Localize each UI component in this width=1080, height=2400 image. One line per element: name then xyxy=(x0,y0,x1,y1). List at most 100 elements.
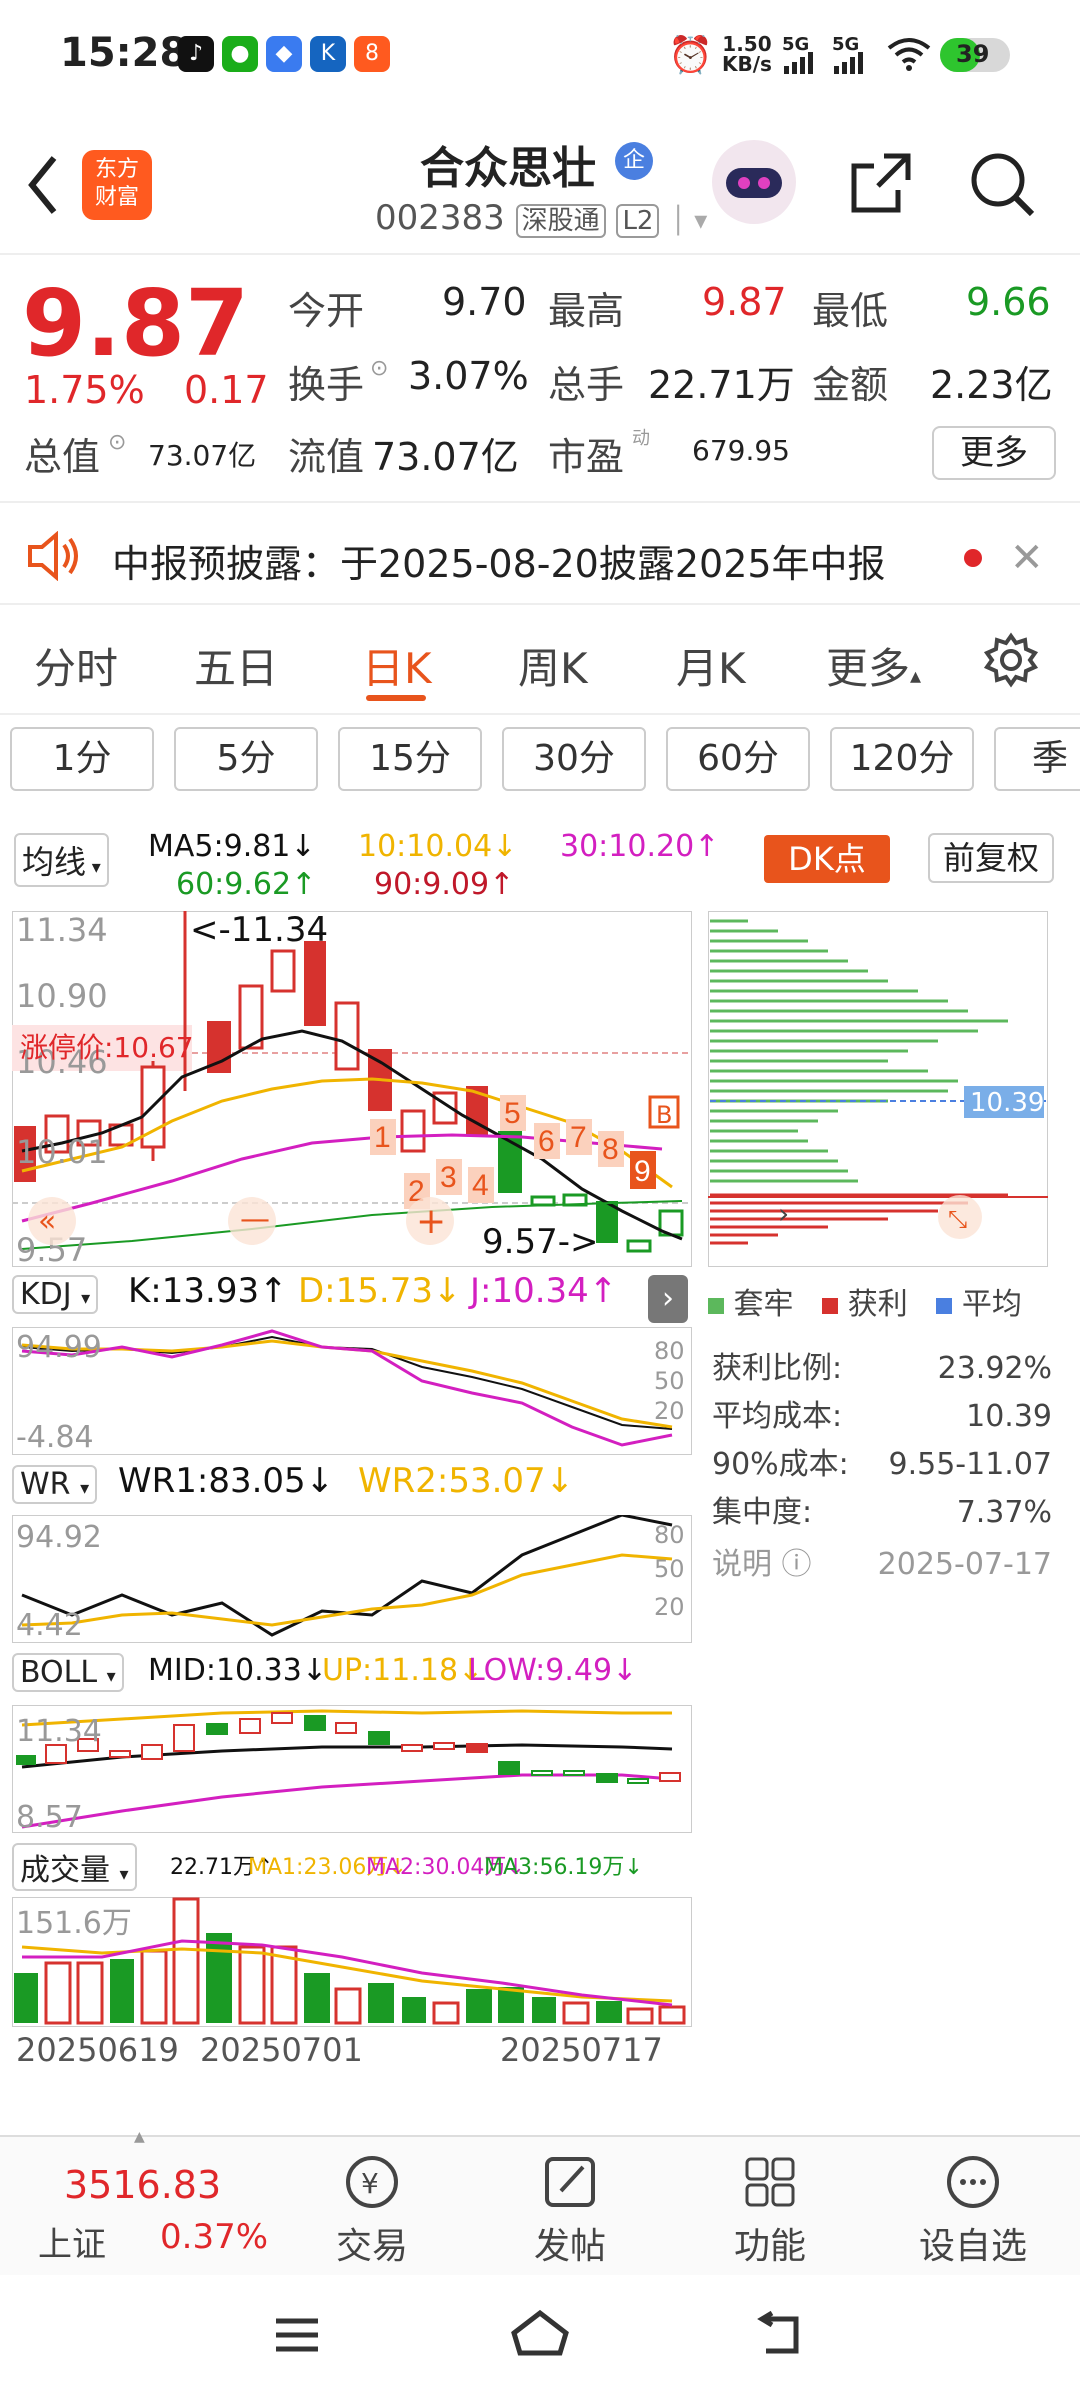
stock-name: 合众思壮 xyxy=(420,143,596,194)
add-watchlist-button[interactable]: 设自选 xyxy=(918,2151,1028,2269)
tab-intraday[interactable]: 分时 xyxy=(34,635,118,696)
tab-more[interactable]: 更多▴ xyxy=(826,635,921,696)
chip-row: 平均成本: 10.39 xyxy=(712,1399,1052,1434)
subtab-60min[interactable]: 60分 xyxy=(666,727,810,791)
pe-value: 679.95 xyxy=(692,434,790,467)
current-price: 9.87 xyxy=(22,270,249,377)
high-label: 最高 xyxy=(548,289,625,333)
notice-bar[interactable]: 中报预披露：于2025-08-20披露2025年中报 ✕ xyxy=(0,505,1080,605)
menu-icon[interactable] xyxy=(272,2313,322,2361)
system-nav-bar xyxy=(0,2275,1080,2400)
expand-indicator-icon[interactable]: › xyxy=(648,1275,688,1323)
date-label-end: 20250717 xyxy=(500,2031,663,2069)
boll-selector[interactable]: BOLL ▾ xyxy=(12,1653,124,1692)
back-button[interactable] xyxy=(22,150,62,224)
chip-legend: 套牢 获利 平均 xyxy=(708,1279,1022,1323)
stock-header: 东方 财富 合众思壮 企 002383 深股通 L2 │ ▾ xyxy=(0,110,1080,255)
svg-text:7: 7 xyxy=(570,1121,587,1154)
share-icon[interactable] xyxy=(848,150,914,220)
subtab-120min[interactable]: 120分 xyxy=(830,727,974,791)
volume-selector[interactable]: 成交量 ▾ xyxy=(12,1843,137,1891)
status-bar: 15:28 ♪ ● ◆ K 8 ⏰ 1.50 KB/s 5G 5G 39 xyxy=(0,0,1080,110)
svg-text:涨停价:10.67: 涨停价:10.67 xyxy=(20,1031,194,1064)
svg-text:<-11.34: <-11.34 xyxy=(190,911,328,950)
tab-five-day[interactable]: 五日 xyxy=(194,635,278,696)
tab-weekly-k[interactable]: 周K xyxy=(518,635,588,696)
amount-label: 金额 xyxy=(812,363,889,407)
settings-gear-icon[interactable] xyxy=(982,631,1040,693)
trade-button[interactable]: ¥ 交易 xyxy=(332,2151,412,2269)
info-icon[interactable]: ⊙ xyxy=(370,356,388,381)
ma-selector[interactable]: 均线 ▾ xyxy=(14,833,109,887)
close-icon[interactable]: ✕ xyxy=(1010,535,1044,581)
wr-chart[interactable]: 94.92 4.42 80 50 20 xyxy=(11,1513,693,1644)
wr1-value: WR1:83.05↓ xyxy=(118,1461,335,1501)
post-button[interactable]: 发帖 xyxy=(530,2151,610,2269)
subtab-15min[interactable]: 15分 xyxy=(338,727,482,791)
function-button[interactable]: 功能 xyxy=(730,2151,810,2269)
kdj-selector[interactable]: KDJ ▾ xyxy=(12,1275,99,1314)
svg-text:+: + xyxy=(416,1201,446,1242)
tab-monthly-k[interactable]: 月K xyxy=(676,635,746,696)
function-grid-icon xyxy=(745,2157,795,2207)
float-value: 73.07亿 xyxy=(372,435,519,479)
period-tabs: 分时 五日 日K 周K 月K 更多▴ xyxy=(0,605,1080,715)
svg-text:9: 9 xyxy=(634,1155,651,1188)
subtab-1min[interactable]: 1分 xyxy=(10,727,154,791)
svg-text:80: 80 xyxy=(654,1337,685,1365)
turnover-label: 换手 xyxy=(288,363,365,407)
boll-chart[interactable]: 11.34 8.57 xyxy=(12,1705,692,1833)
switch-dropdown-icon[interactable]: │ ▾ xyxy=(670,206,707,236)
volume-label: 总手 xyxy=(548,363,625,407)
kline-chart[interactable]: 1 2 3 4 5 6 7 8 9 B 11.34 10.90 10.46 10… xyxy=(12,911,692,1267)
svg-text:›: › xyxy=(778,1197,789,1230)
search-icon[interactable] xyxy=(968,150,1038,224)
index-expand-icon[interactable]: ▲ xyxy=(134,2129,145,2145)
chip-distribution-chart[interactable]: 10.39 › ⤡ xyxy=(708,911,1048,1267)
subtab-5min[interactable]: 5分 xyxy=(174,727,318,791)
change-amount: 0.17 xyxy=(184,368,269,412)
kdj-k: K:13.93↑ xyxy=(128,1271,288,1311)
back-nav-icon[interactable] xyxy=(752,2309,808,2363)
speaker-icon xyxy=(26,530,82,585)
index-value[interactable]: 3516.83 xyxy=(64,2163,221,2207)
index-change[interactable]: 0.37% xyxy=(160,2217,268,2257)
app-icon: ◆ xyxy=(266,36,302,72)
svg-text:—: — xyxy=(240,1202,270,1237)
more-button[interactable]: 更多 xyxy=(932,426,1056,480)
dk-point-button[interactable]: DK点 xyxy=(764,835,890,883)
open-value: 9.70 xyxy=(442,280,527,324)
volume-chart[interactable]: 151.6万 xyxy=(12,1897,692,2027)
svg-text:20: 20 xyxy=(654,1397,685,1425)
svg-text:151.6万: 151.6万 xyxy=(16,1906,132,1941)
mktcap-info-icon[interactable]: ⊙ xyxy=(108,430,126,455)
subtab-30min[interactable]: 30分 xyxy=(502,727,646,791)
volume-value: 22.71万 xyxy=(648,363,795,407)
index-name[interactable]: 上证 xyxy=(38,2217,106,2266)
svg-text:3: 3 xyxy=(440,1161,457,1194)
tab-daily-k[interactable]: 日K xyxy=(362,635,432,696)
alarm-icon: ⏰ xyxy=(668,35,713,76)
home-icon[interactable] xyxy=(508,2307,572,2361)
signal-1-icon xyxy=(782,52,822,78)
ma5-label: MA5:9.81↓ xyxy=(148,829,316,864)
ma90-label: 90:9.09↑ xyxy=(374,867,515,902)
boll-mid: MID:10.33↓ xyxy=(148,1653,327,1688)
kdj-chart[interactable]: 94.99 -4.84 80 50 20 xyxy=(12,1327,692,1455)
chip-note-button[interactable]: 说明 ⓘ xyxy=(712,1541,812,1589)
signal-2-icon xyxy=(832,52,872,78)
robot-assistant-icon[interactable] xyxy=(712,140,796,224)
volume-ma3: MA3:56.19万↓ xyxy=(484,1855,643,1880)
svg-text:9.57->: 9.57-> xyxy=(482,1222,598,1262)
mktcap-value: 73.07亿 xyxy=(148,439,257,472)
svg-text:5: 5 xyxy=(504,1097,521,1130)
status-time: 15:28 xyxy=(60,30,188,76)
svg-text:«: « xyxy=(38,1204,56,1239)
minute-subtabs: 1分 5分 15分 30分 60分 120分 季 xyxy=(0,715,1080,805)
subtab-season[interactable]: 季 xyxy=(994,727,1080,791)
wr-selector[interactable]: WR ▾ xyxy=(12,1465,98,1504)
app-logo: 东方 财富 xyxy=(82,150,152,220)
svg-text:50: 50 xyxy=(654,1555,685,1583)
adjust-button[interactable]: 前复权 xyxy=(928,833,1054,883)
amount-value: 2.23亿 xyxy=(930,363,1053,407)
